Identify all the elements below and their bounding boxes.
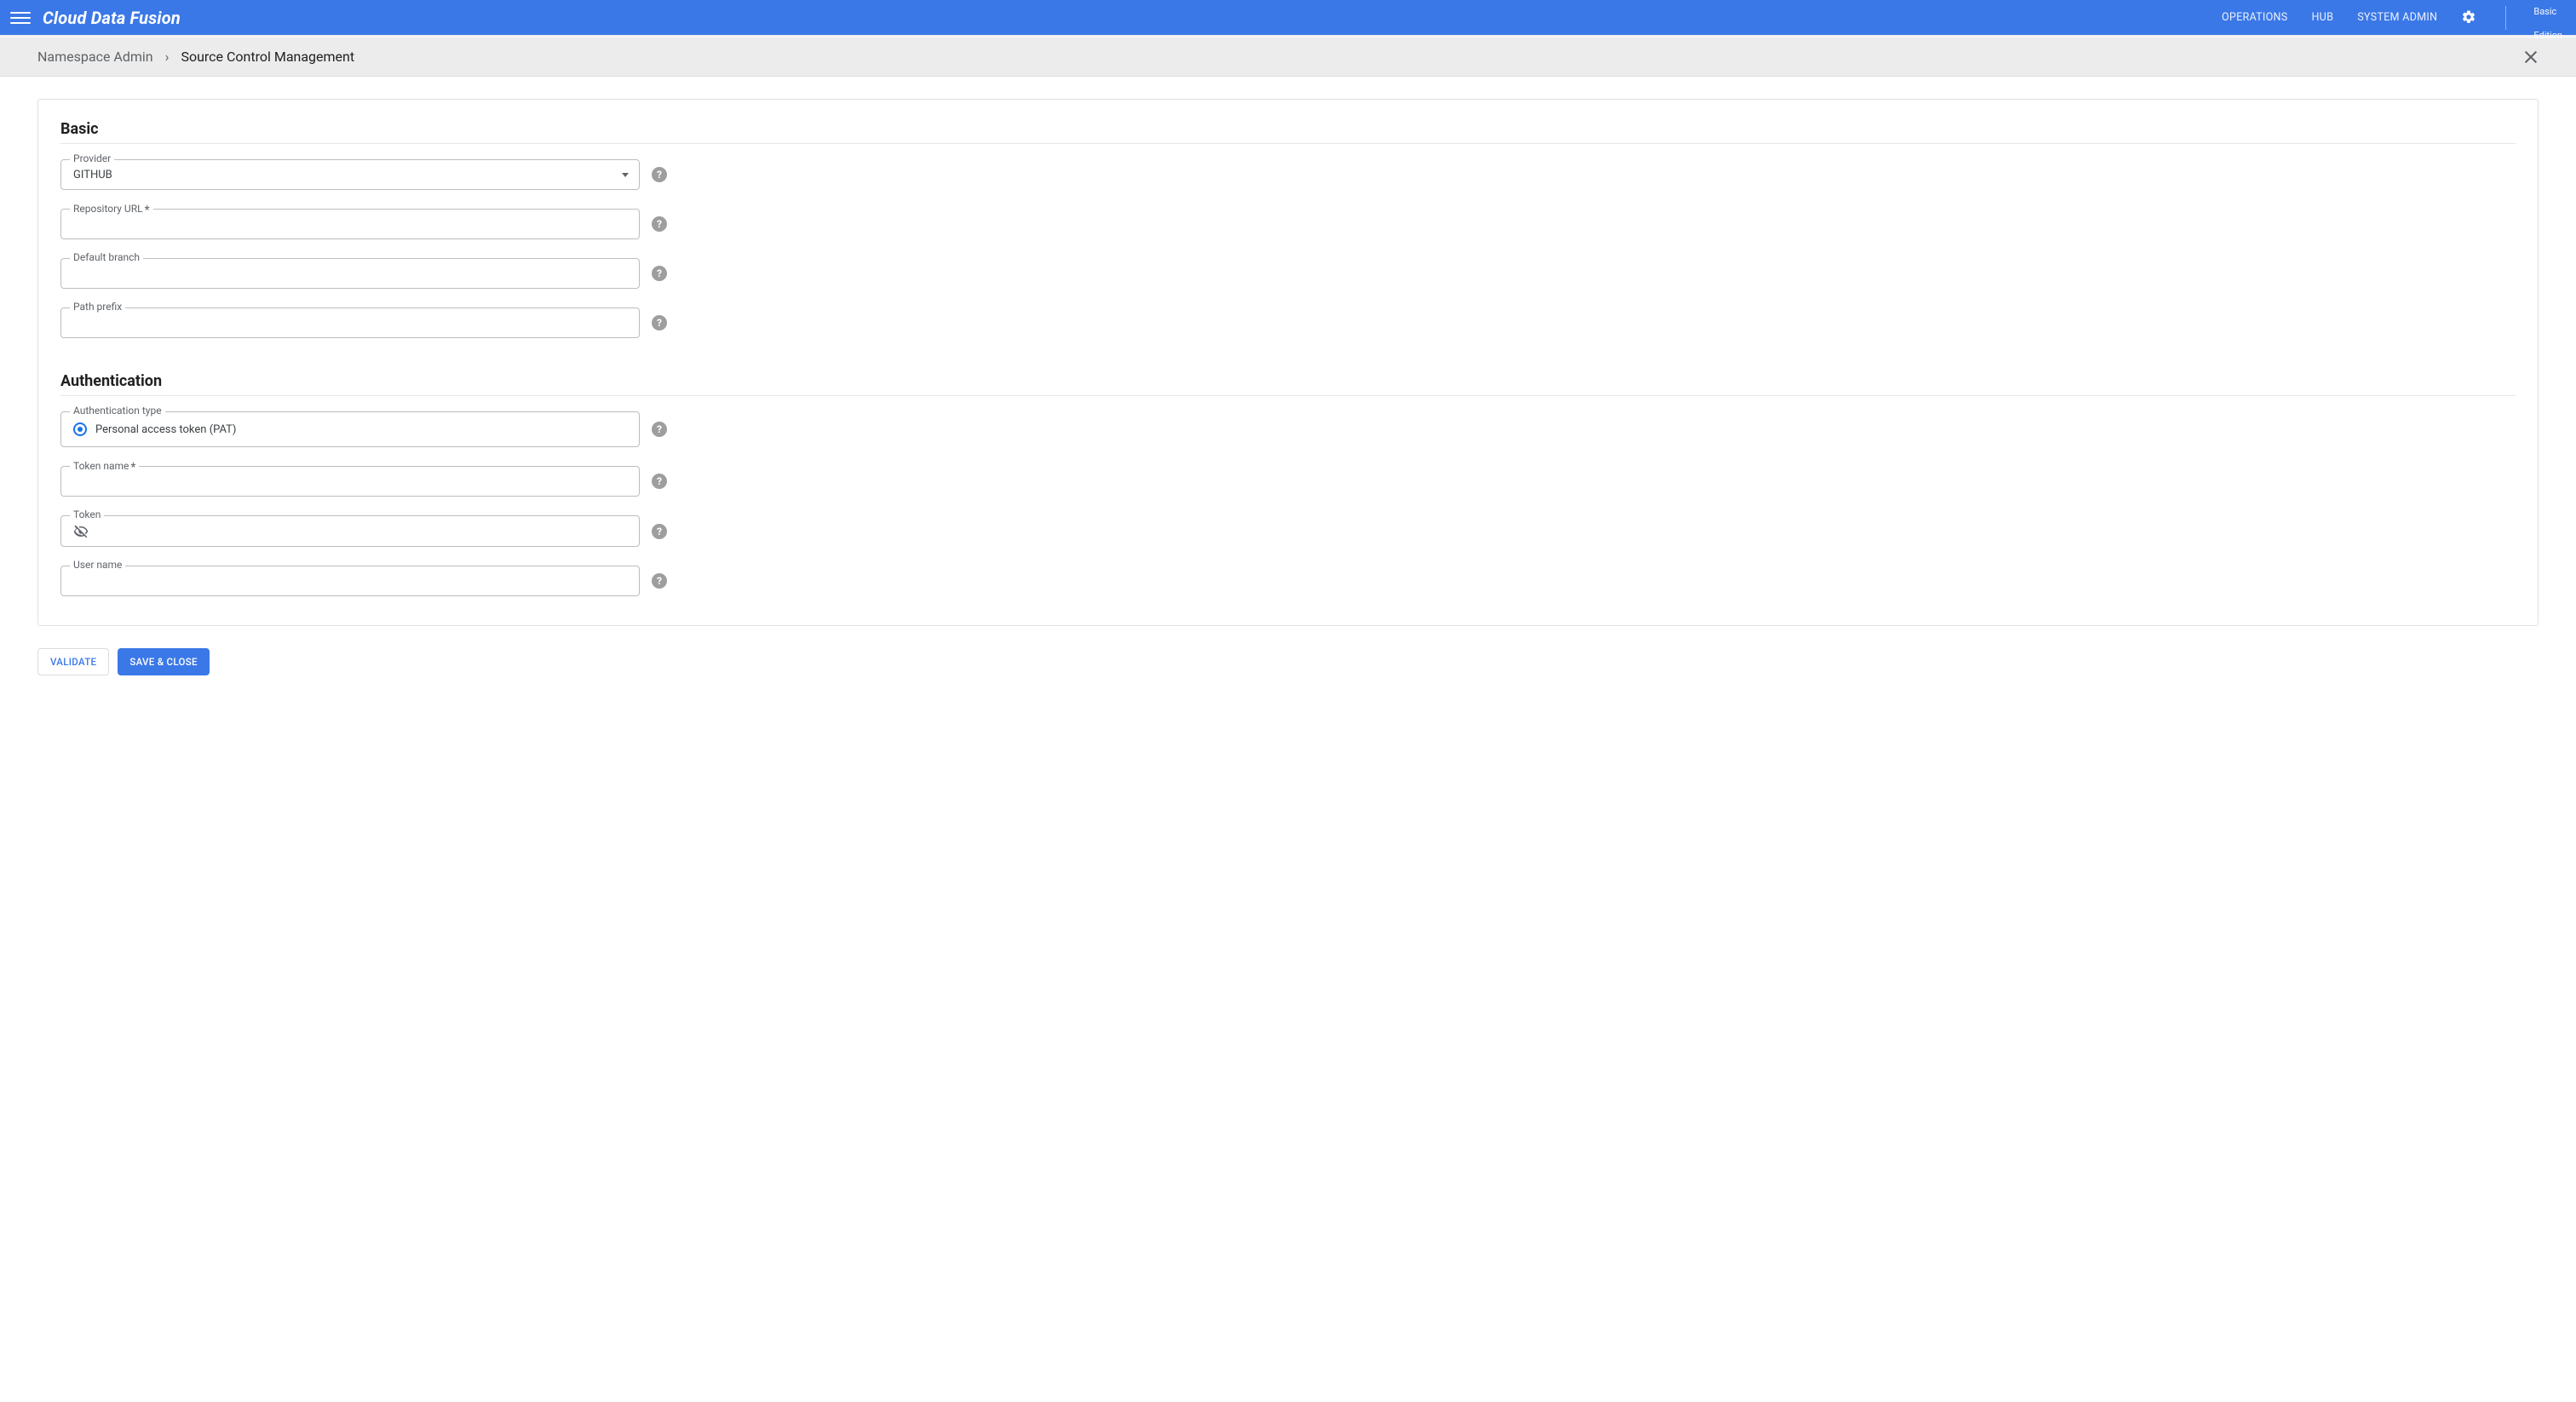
help-icon[interactable]: ? bbox=[652, 315, 667, 330]
token-name-input[interactable] bbox=[73, 475, 629, 488]
help-icon[interactable]: ? bbox=[652, 422, 667, 437]
token-input-wrap: Token bbox=[60, 515, 640, 547]
path-prefix-input[interactable] bbox=[73, 317, 629, 330]
field-default-branch: Default branch ? bbox=[60, 258, 667, 289]
section-divider bbox=[60, 395, 2516, 396]
field-provider: Provider GITHUB ? bbox=[60, 159, 667, 190]
path-prefix-label: Path prefix bbox=[70, 301, 125, 313]
token-name-label: Token name* bbox=[70, 459, 139, 473]
field-auth-type: Authentication type Personal access toke… bbox=[60, 411, 667, 447]
section-title-auth: Authentication bbox=[60, 372, 2516, 390]
breadcrumb-current: Source Control Management bbox=[181, 49, 354, 65]
chevron-right-icon: › bbox=[165, 49, 170, 65]
breadcrumb: Namespace Admin › Source Control Managem… bbox=[0, 37, 2576, 77]
edition-badge: Basic Edition bbox=[2533, 0, 2562, 42]
auth-type-group: Authentication type Personal access toke… bbox=[60, 411, 640, 447]
default-branch-label: Default branch bbox=[70, 251, 143, 263]
config-card: Basic Provider GITHUB ? Repository URL* … bbox=[37, 99, 2539, 626]
nav-operations[interactable]: OPERATIONS bbox=[2222, 11, 2287, 24]
token-input[interactable] bbox=[94, 526, 629, 538]
radio-checked-icon[interactable] bbox=[73, 422, 87, 436]
save-close-button[interactable]: SAVE & CLOSE bbox=[118, 648, 209, 675]
path-prefix-input-wrap: Path prefix bbox=[60, 307, 640, 338]
nav-system-admin[interactable]: SYSTEM ADMIN bbox=[2357, 11, 2437, 24]
repo-url-input-wrap: Repository URL* bbox=[60, 209, 640, 239]
close-icon[interactable] bbox=[2523, 49, 2539, 65]
field-path-prefix: Path prefix ? bbox=[60, 307, 667, 338]
top-header: Cloud Data Fusion OPERATIONS HUB SYSTEM … bbox=[0, 0, 2576, 35]
visibility-off-icon[interactable] bbox=[73, 524, 89, 539]
edition-line2: Edition bbox=[2533, 30, 2562, 41]
field-token: Token ? bbox=[60, 515, 667, 547]
user-name-input[interactable] bbox=[73, 575, 629, 588]
header-divider bbox=[2505, 6, 2506, 30]
auth-type-label: Authentication type bbox=[70, 405, 165, 417]
section-divider bbox=[60, 143, 2516, 144]
provider-value: GITHUB bbox=[73, 169, 615, 181]
token-name-input-wrap: Token name* bbox=[60, 466, 640, 497]
repo-url-label: Repository URL* bbox=[70, 202, 153, 215]
footer-actions: VALIDATE SAVE & CLOSE bbox=[37, 648, 2539, 675]
breadcrumb-namespace-admin[interactable]: Namespace Admin bbox=[37, 49, 153, 65]
user-name-label: User name bbox=[70, 559, 125, 571]
chevron-down-icon bbox=[622, 173, 629, 177]
provider-select[interactable]: Provider GITHUB bbox=[60, 159, 640, 190]
auth-type-option-pat[interactable]: Personal access token (PAT) bbox=[73, 422, 629, 436]
help-icon[interactable]: ? bbox=[652, 167, 667, 182]
app-title: Cloud Data Fusion bbox=[43, 8, 181, 28]
field-repo-url: Repository URL* ? bbox=[60, 209, 667, 239]
default-branch-input[interactable] bbox=[73, 267, 629, 280]
settings-gear-icon[interactable] bbox=[2461, 9, 2478, 26]
help-icon[interactable]: ? bbox=[652, 474, 667, 489]
user-name-input-wrap: User name bbox=[60, 566, 640, 596]
validate-button[interactable]: VALIDATE bbox=[37, 648, 109, 675]
help-icon[interactable]: ? bbox=[652, 216, 667, 232]
auth-type-option-pat-label: Personal access token (PAT) bbox=[95, 423, 236, 436]
edition-line1: Basic bbox=[2533, 6, 2556, 17]
help-icon[interactable]: ? bbox=[652, 573, 667, 589]
section-title-basic: Basic bbox=[60, 120, 2516, 138]
hamburger-menu-icon[interactable] bbox=[10, 8, 31, 28]
header-links: OPERATIONS HUB SYSTEM ADMIN Basic Editio… bbox=[2222, 0, 2562, 42]
help-icon[interactable]: ? bbox=[652, 266, 667, 281]
default-branch-input-wrap: Default branch bbox=[60, 258, 640, 289]
field-user-name: User name ? bbox=[60, 566, 667, 596]
field-token-name: Token name* ? bbox=[60, 466, 667, 497]
help-icon[interactable]: ? bbox=[652, 524, 667, 539]
repo-url-input[interactable] bbox=[73, 218, 629, 231]
page-wrap: Basic Provider GITHUB ? Repository URL* … bbox=[0, 77, 2576, 710]
nav-hub[interactable]: HUB bbox=[2312, 11, 2334, 24]
token-label: Token bbox=[70, 509, 104, 520]
provider-label: Provider bbox=[70, 152, 114, 164]
